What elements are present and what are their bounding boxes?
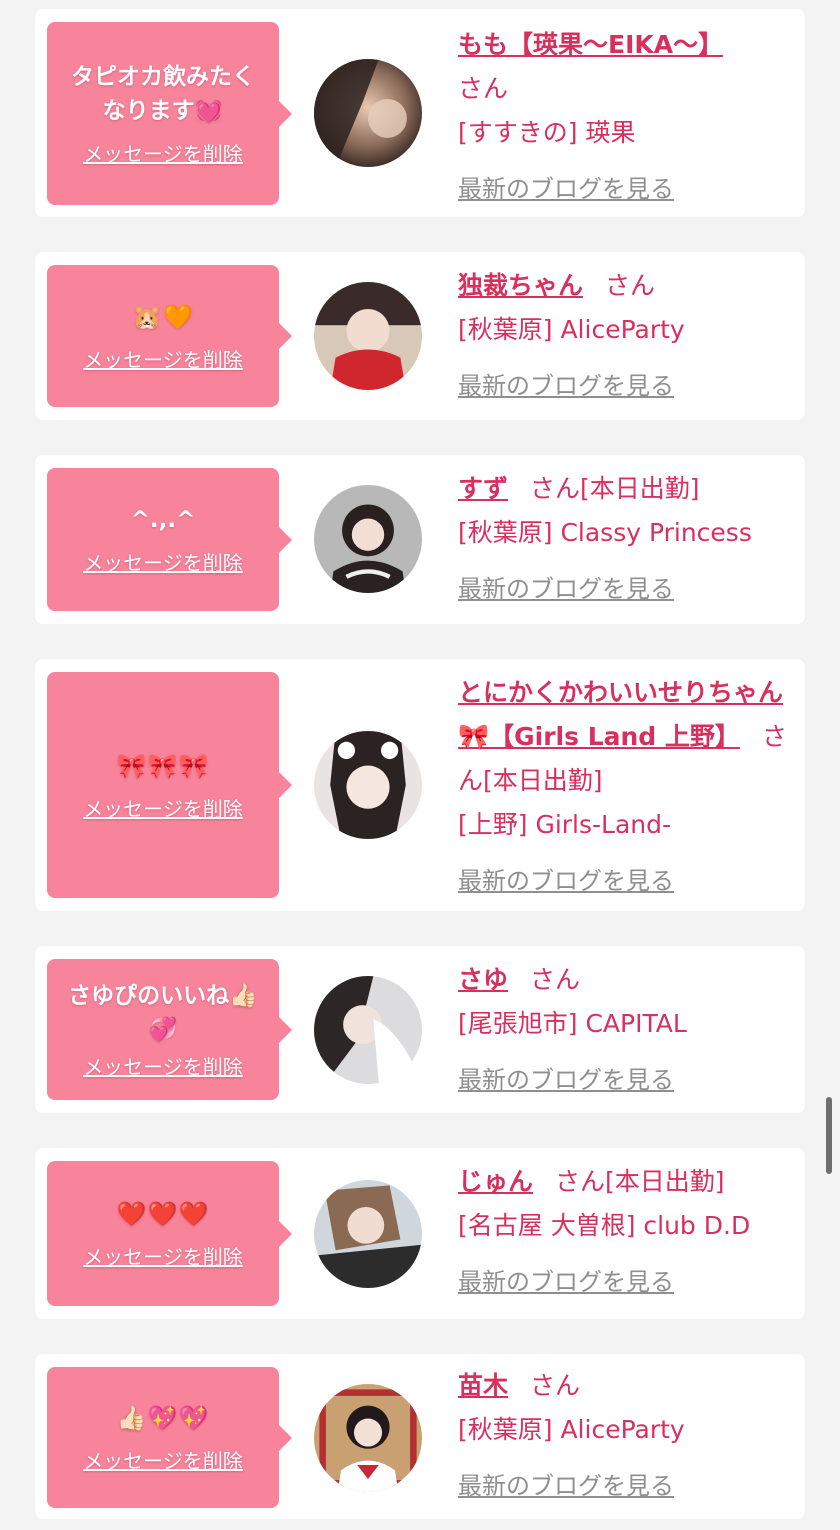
message-text: ❤️❤️❤️ [116, 1200, 210, 1228]
delete-message-link[interactable]: メッセージを削除 [83, 344, 243, 373]
entry-info: 独裁ちゃん さん [秋葉原] AliceParty 最新のブログを見る [458, 264, 798, 408]
message-text: ^.,.^ [130, 507, 196, 533]
entry-info: もも【瑛果〜EIKA〜】 さん [すすきの] 瑛果 最新のブログを見る [458, 23, 798, 211]
cast-name-link[interactable]: すず [458, 474, 508, 503]
san-label: さん [530, 1371, 581, 1400]
latest-blog-link[interactable]: 最新のブログを見る [458, 1260, 798, 1304]
san-label: さん [458, 74, 509, 103]
latest-blog-link[interactable]: 最新のブログを見る [458, 1058, 798, 1102]
shop-info: [上野] Girls-Land- [458, 810, 672, 839]
cast-name-link[interactable]: じゅん [458, 1167, 533, 1196]
message-bubble: タピオカ飲みたく なります💓 メッセージを削除 [47, 22, 292, 205]
favorite-card: 🎀🎀🎀 メッセージを削除 とにかくかわいいせりちゃん🎀【Girls Land 上… [35, 659, 805, 911]
avatar[interactable] [314, 282, 422, 390]
message-bubble: さゆぴのいいね👍🏻 💞 メッセージを削除 [47, 959, 292, 1100]
entry-info: すず さん[本日出勤] [秋葉原] Classy Princess 最新のブログを… [458, 467, 798, 611]
message-bubble: 🎀🎀🎀 メッセージを削除 [47, 672, 292, 898]
scrollbar[interactable] [826, 1097, 832, 1174]
delete-message-link[interactable]: メッセージを削除 [83, 1241, 243, 1270]
entry-info: 苗木 さん [秋葉原] AliceParty 最新のブログを見る [458, 1364, 798, 1508]
cast-name-link[interactable]: 苗木 [458, 1371, 508, 1400]
avatar[interactable] [314, 485, 422, 593]
message-bubble: 🐹🧡 メッセージを削除 [47, 265, 292, 407]
favorite-card: さゆぴのいいね👍🏻 💞 メッセージを削除 さゆ さん [尾張旭市] CAPITAL… [35, 946, 805, 1113]
delete-message-link[interactable]: メッセージを削除 [83, 1445, 243, 1474]
favorite-card: ^.,.^ メッセージを削除 すず さん[本日出勤] [秋葉原] Classy P… [35, 455, 805, 624]
entry-info: とにかくかわいいせりちゃん🎀【Girls Land 上野】 さん[本日出勤] [上… [458, 671, 798, 903]
cast-name-link[interactable]: 独裁ちゃん [458, 271, 583, 300]
favorite-card: タピオカ飲みたく なります💓 メッセージを削除 もも【瑛果〜EIKA〜】 さん … [35, 9, 805, 217]
latest-blog-link[interactable]: 最新のブログを見る [458, 364, 798, 408]
message-bubble: ❤️❤️❤️ メッセージを削除 [47, 1161, 292, 1306]
attendance-status: [本日出勤] [580, 474, 700, 503]
message-text: 🎀🎀🎀 [116, 751, 210, 780]
attendance-status: [本日出勤] [483, 766, 603, 795]
san-label: さん [605, 271, 656, 300]
favorite-card: ❤️❤️❤️ メッセージを削除 じゅん さん[本日出勤] [名古屋 大曽根] cl… [35, 1148, 805, 1319]
favorite-card: 👍🏻💖💖 メッセージを削除 苗木 さん [秋葉原] AliceParty 最新のブ… [35, 1354, 805, 1519]
delete-message-link[interactable]: メッセージを削除 [83, 793, 243, 822]
attendance-status: [本日出勤] [605, 1167, 725, 1196]
avatar[interactable] [314, 1180, 422, 1288]
message-bubble: ^.,.^ メッセージを削除 [47, 468, 292, 611]
avatar[interactable] [314, 1384, 422, 1492]
shop-info: [秋葉原] AliceParty [458, 1415, 685, 1444]
delete-message-link[interactable]: メッセージを削除 [83, 547, 243, 576]
entry-info: さゆ さん [尾張旭市] CAPITAL 最新のブログを見る [458, 958, 798, 1102]
favorite-card: 🐹🧡 メッセージを削除 独裁ちゃん さん [秋葉原] AliceParty 最新の… [35, 252, 805, 420]
message-text: 🐹🧡 [132, 302, 194, 331]
shop-info: [尾張旭市] CAPITAL [458, 1009, 687, 1038]
san-label: さん [555, 1167, 606, 1196]
message-text: なります💓 [102, 98, 224, 124]
latest-blog-link[interactable]: 最新のブログを見る [458, 167, 798, 211]
cast-name-link[interactable]: さゆ [458, 965, 508, 994]
san-label: さん [530, 965, 581, 994]
san-label: さん [530, 474, 581, 503]
latest-blog-link[interactable]: 最新のブログを見る [458, 1464, 798, 1508]
avatar[interactable] [314, 731, 422, 839]
message-text: 💞 [148, 1017, 178, 1043]
cast-name-link[interactable]: とにかくかわいいせりちゃん🎀【Girls Land 上野】 [458, 678, 783, 751]
shop-info: [名古屋 大曽根] club D.D [458, 1211, 751, 1240]
cast-name-link[interactable]: もも【瑛果〜EIKA〜】 [458, 30, 723, 59]
delete-message-link[interactable]: メッセージを削除 [83, 1051, 243, 1080]
shop-info: [秋葉原] AliceParty [458, 315, 685, 344]
avatar[interactable] [314, 59, 422, 167]
latest-blog-link[interactable]: 最新のブログを見る [458, 859, 798, 903]
shop-info: [すすきの] 瑛果 [458, 118, 636, 147]
message-text: タピオカ飲みたく [71, 64, 255, 90]
avatar[interactable] [314, 976, 422, 1084]
shop-info: [秋葉原] Classy Princess [458, 518, 752, 547]
message-text: さゆぴのいいね👍🏻 [68, 983, 258, 1009]
latest-blog-link[interactable]: 最新のブログを見る [458, 567, 798, 611]
message-text: 👍🏻💖💖 [116, 1404, 210, 1432]
message-bubble: 👍🏻💖💖 メッセージを削除 [47, 1367, 292, 1508]
delete-message-link[interactable]: メッセージを削除 [83, 138, 243, 167]
entry-info: じゅん さん[本日出勤] [名古屋 大曽根] club D.D 最新のブログを見る [458, 1160, 798, 1304]
